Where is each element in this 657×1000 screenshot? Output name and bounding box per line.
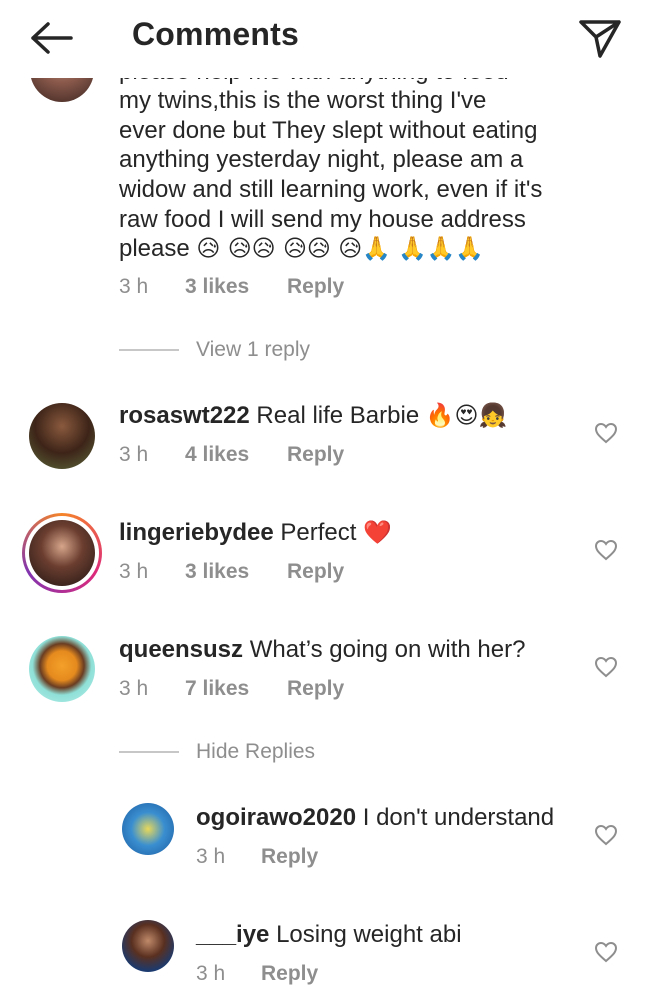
username[interactable]: queensusz (119, 636, 243, 663)
username[interactable]: lingeriebydee (119, 519, 274, 546)
reply-button[interactable]: Reply (287, 677, 344, 701)
avatar[interactable] (30, 78, 94, 102)
avatar[interactable] (29, 403, 95, 469)
header-bar: Comments (0, 0, 657, 78)
comment-time: 3 h (119, 443, 149, 466)
avatar (29, 520, 95, 586)
avatar[interactable] (29, 636, 95, 702)
comment-text: Real life Barbie (256, 402, 420, 429)
comment-line: anything yesterday night, please am a (119, 146, 524, 173)
emoji-group: 😥 😥😥 😥😥 😥🙏 🙏🙏🙏 (196, 236, 485, 262)
heart-icon[interactable] (594, 941, 618, 963)
comment-line: my twins,this is the worst thing I've (119, 87, 487, 114)
comment-text: What’s going on with her? (249, 636, 526, 663)
comment-meta: 3 h 7 likes Reply (119, 677, 344, 701)
reply-body: ogoirawo2020 I don't understand (196, 803, 554, 833)
story-ring[interactable] (22, 513, 102, 593)
username[interactable]: rosaswt222 (119, 402, 250, 429)
likes-count[interactable]: 3 likes (185, 560, 249, 584)
reply-button[interactable]: Reply (287, 275, 344, 299)
page-title: Comments (132, 16, 299, 52)
likes-count[interactable]: 7 likes (185, 677, 249, 701)
comment-line: please 😥 😥😥 😥😥 😥🙏 🙏🙏🙏 (119, 234, 484, 265)
likes-count[interactable]: 4 likes (185, 443, 249, 467)
comment-line: widow and still learning work, even if i… (119, 176, 543, 203)
heart-icon[interactable] (594, 422, 618, 444)
comment-line: raw food I will send my house address (119, 206, 526, 233)
comment-body: lingeriebydee Perfect ❤️ (119, 518, 392, 549)
comment-line-text: please (119, 235, 190, 262)
username[interactable]: ogoirawo2020 (196, 804, 356, 831)
comment-text: I don't understand (362, 804, 555, 831)
emoji-group: 🔥😍👧 (425, 403, 508, 429)
username[interactable]: ___iye (196, 921, 269, 948)
reply-body: ___iye Losing weight abi (196, 920, 462, 950)
emoji-group: ❤️ (363, 520, 392, 546)
comment-time: 3 h (196, 962, 226, 985)
comment-time: 3 h (196, 845, 226, 868)
comment-text: Perfect (280, 519, 357, 546)
view-replies-button[interactable]: View 1 reply (196, 338, 310, 362)
comment-meta: 3 h Reply (196, 962, 318, 986)
comment-meta: 3 h 3 likes Reply (119, 560, 344, 584)
comment-meta: 3 h Reply (196, 845, 318, 869)
comment-text: Losing weight abi (276, 921, 462, 948)
comment-time: 3 h (119, 677, 149, 700)
thread-divider (119, 349, 179, 351)
heart-icon[interactable] (594, 539, 618, 561)
comment-line: ever done but They slept without eating (119, 117, 538, 144)
avatar[interactable] (122, 920, 174, 972)
heart-icon[interactable] (594, 656, 618, 678)
arrow-left-icon[interactable] (28, 20, 74, 56)
reply-button[interactable]: Reply (261, 845, 318, 869)
paper-plane-icon[interactable] (578, 16, 622, 60)
comment-body: rosaswt222 Real life Barbie 🔥😍👧 (119, 401, 507, 432)
reply-button[interactable]: Reply (261, 962, 318, 986)
likes-count[interactable]: 3 likes (185, 275, 249, 299)
comment-meta: 3 h 3 likes Reply (119, 275, 344, 299)
comment-meta: 3 h 4 likes Reply (119, 443, 344, 467)
hide-replies-button[interactable]: Hide Replies (196, 740, 315, 764)
reply-button[interactable]: Reply (287, 560, 344, 584)
heart-icon[interactable] (594, 824, 618, 846)
comment-time: 3 h (119, 560, 149, 583)
avatar[interactable] (122, 803, 174, 855)
comment-time: 3 h (119, 275, 149, 298)
thread-divider (119, 751, 179, 753)
comment-body: queensusz What’s going on with her? (119, 635, 525, 665)
comments-list[interactable]: please help me with anything to feed my … (0, 78, 657, 1000)
reply-button[interactable]: Reply (287, 443, 344, 467)
